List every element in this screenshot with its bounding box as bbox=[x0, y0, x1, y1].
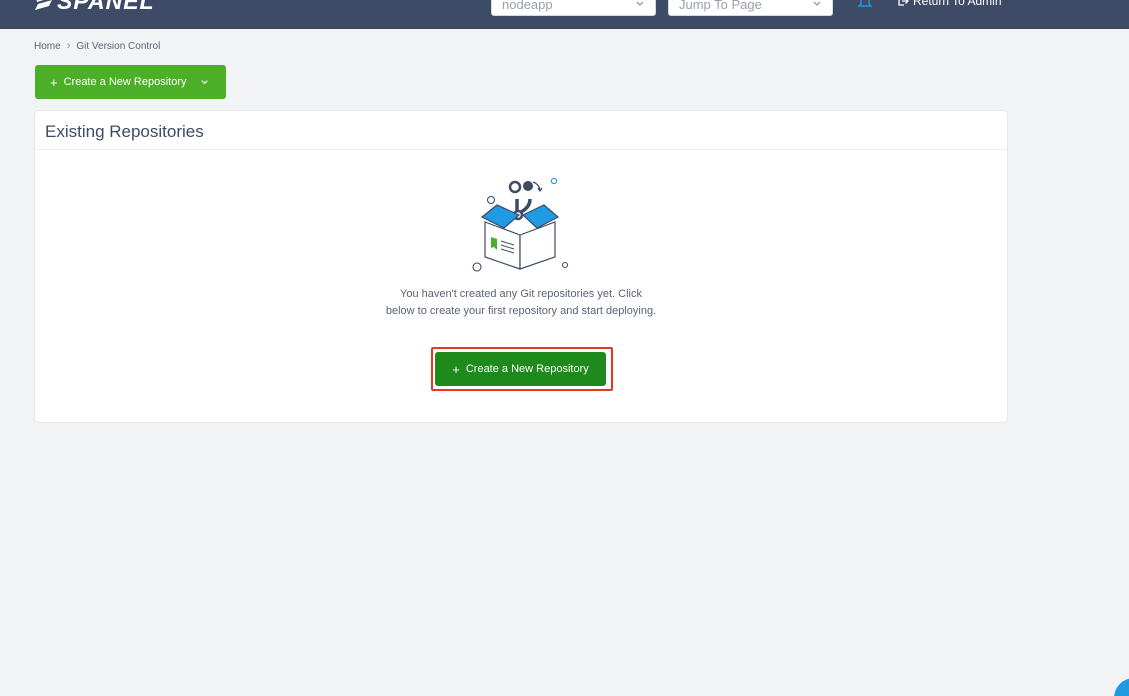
topbar: SPANEL nodeapp Jump To Page Return To Ad… bbox=[0, 0, 1129, 29]
return-to-admin-label: Return To Admin bbox=[913, 0, 1002, 8]
jump-to-page-placeholder: Jump To Page bbox=[679, 0, 762, 12]
chevron-down-icon bbox=[201, 79, 209, 84]
breadcrumb-current: Git Version Control bbox=[76, 40, 161, 52]
breadcrumb: Home › Git Version Control bbox=[34, 40, 160, 52]
logo[interactable]: SPANEL bbox=[34, 0, 155, 14]
plus-icon: + bbox=[452, 361, 460, 377]
help-chat-button[interactable] bbox=[1114, 678, 1129, 696]
bell-icon[interactable] bbox=[857, 0, 873, 8]
sign-out-icon bbox=[898, 0, 909, 6]
git-box-illustration bbox=[472, 177, 569, 272]
existing-repositories-card: Existing Repositories You haven't create… bbox=[35, 111, 1007, 422]
chevron-down-icon bbox=[813, 1, 821, 6]
empty-state-message: You haven't created any Git repositories… bbox=[385, 288, 657, 317]
logo-text: SPANEL bbox=[57, 0, 155, 14]
jump-to-page-select[interactable]: Jump To Page bbox=[668, 0, 833, 16]
logo-mark-icon bbox=[35, 0, 52, 10]
card-title: Existing Repositories bbox=[45, 122, 204, 141]
breadcrumb-separator-icon: › bbox=[66, 40, 71, 52]
return-to-admin-link[interactable]: Return To Admin bbox=[897, 0, 1002, 8]
create-repository-dropdown-button[interactable]: + Create a New Repository bbox=[35, 65, 226, 99]
create-repository-button[interactable]: + Create a New Repository bbox=[435, 352, 606, 386]
account-select-value: nodeapp bbox=[502, 0, 553, 12]
create-repository-label: Create a New Repository bbox=[63, 76, 187, 88]
plus-icon: + bbox=[50, 74, 58, 90]
card-divider bbox=[35, 149, 1007, 150]
create-repository-button-label: Create a New Repository bbox=[465, 363, 589, 375]
account-select[interactable]: nodeapp bbox=[491, 0, 656, 16]
chevron-down-icon bbox=[636, 1, 644, 6]
breadcrumb-home[interactable]: Home bbox=[34, 41, 61, 52]
